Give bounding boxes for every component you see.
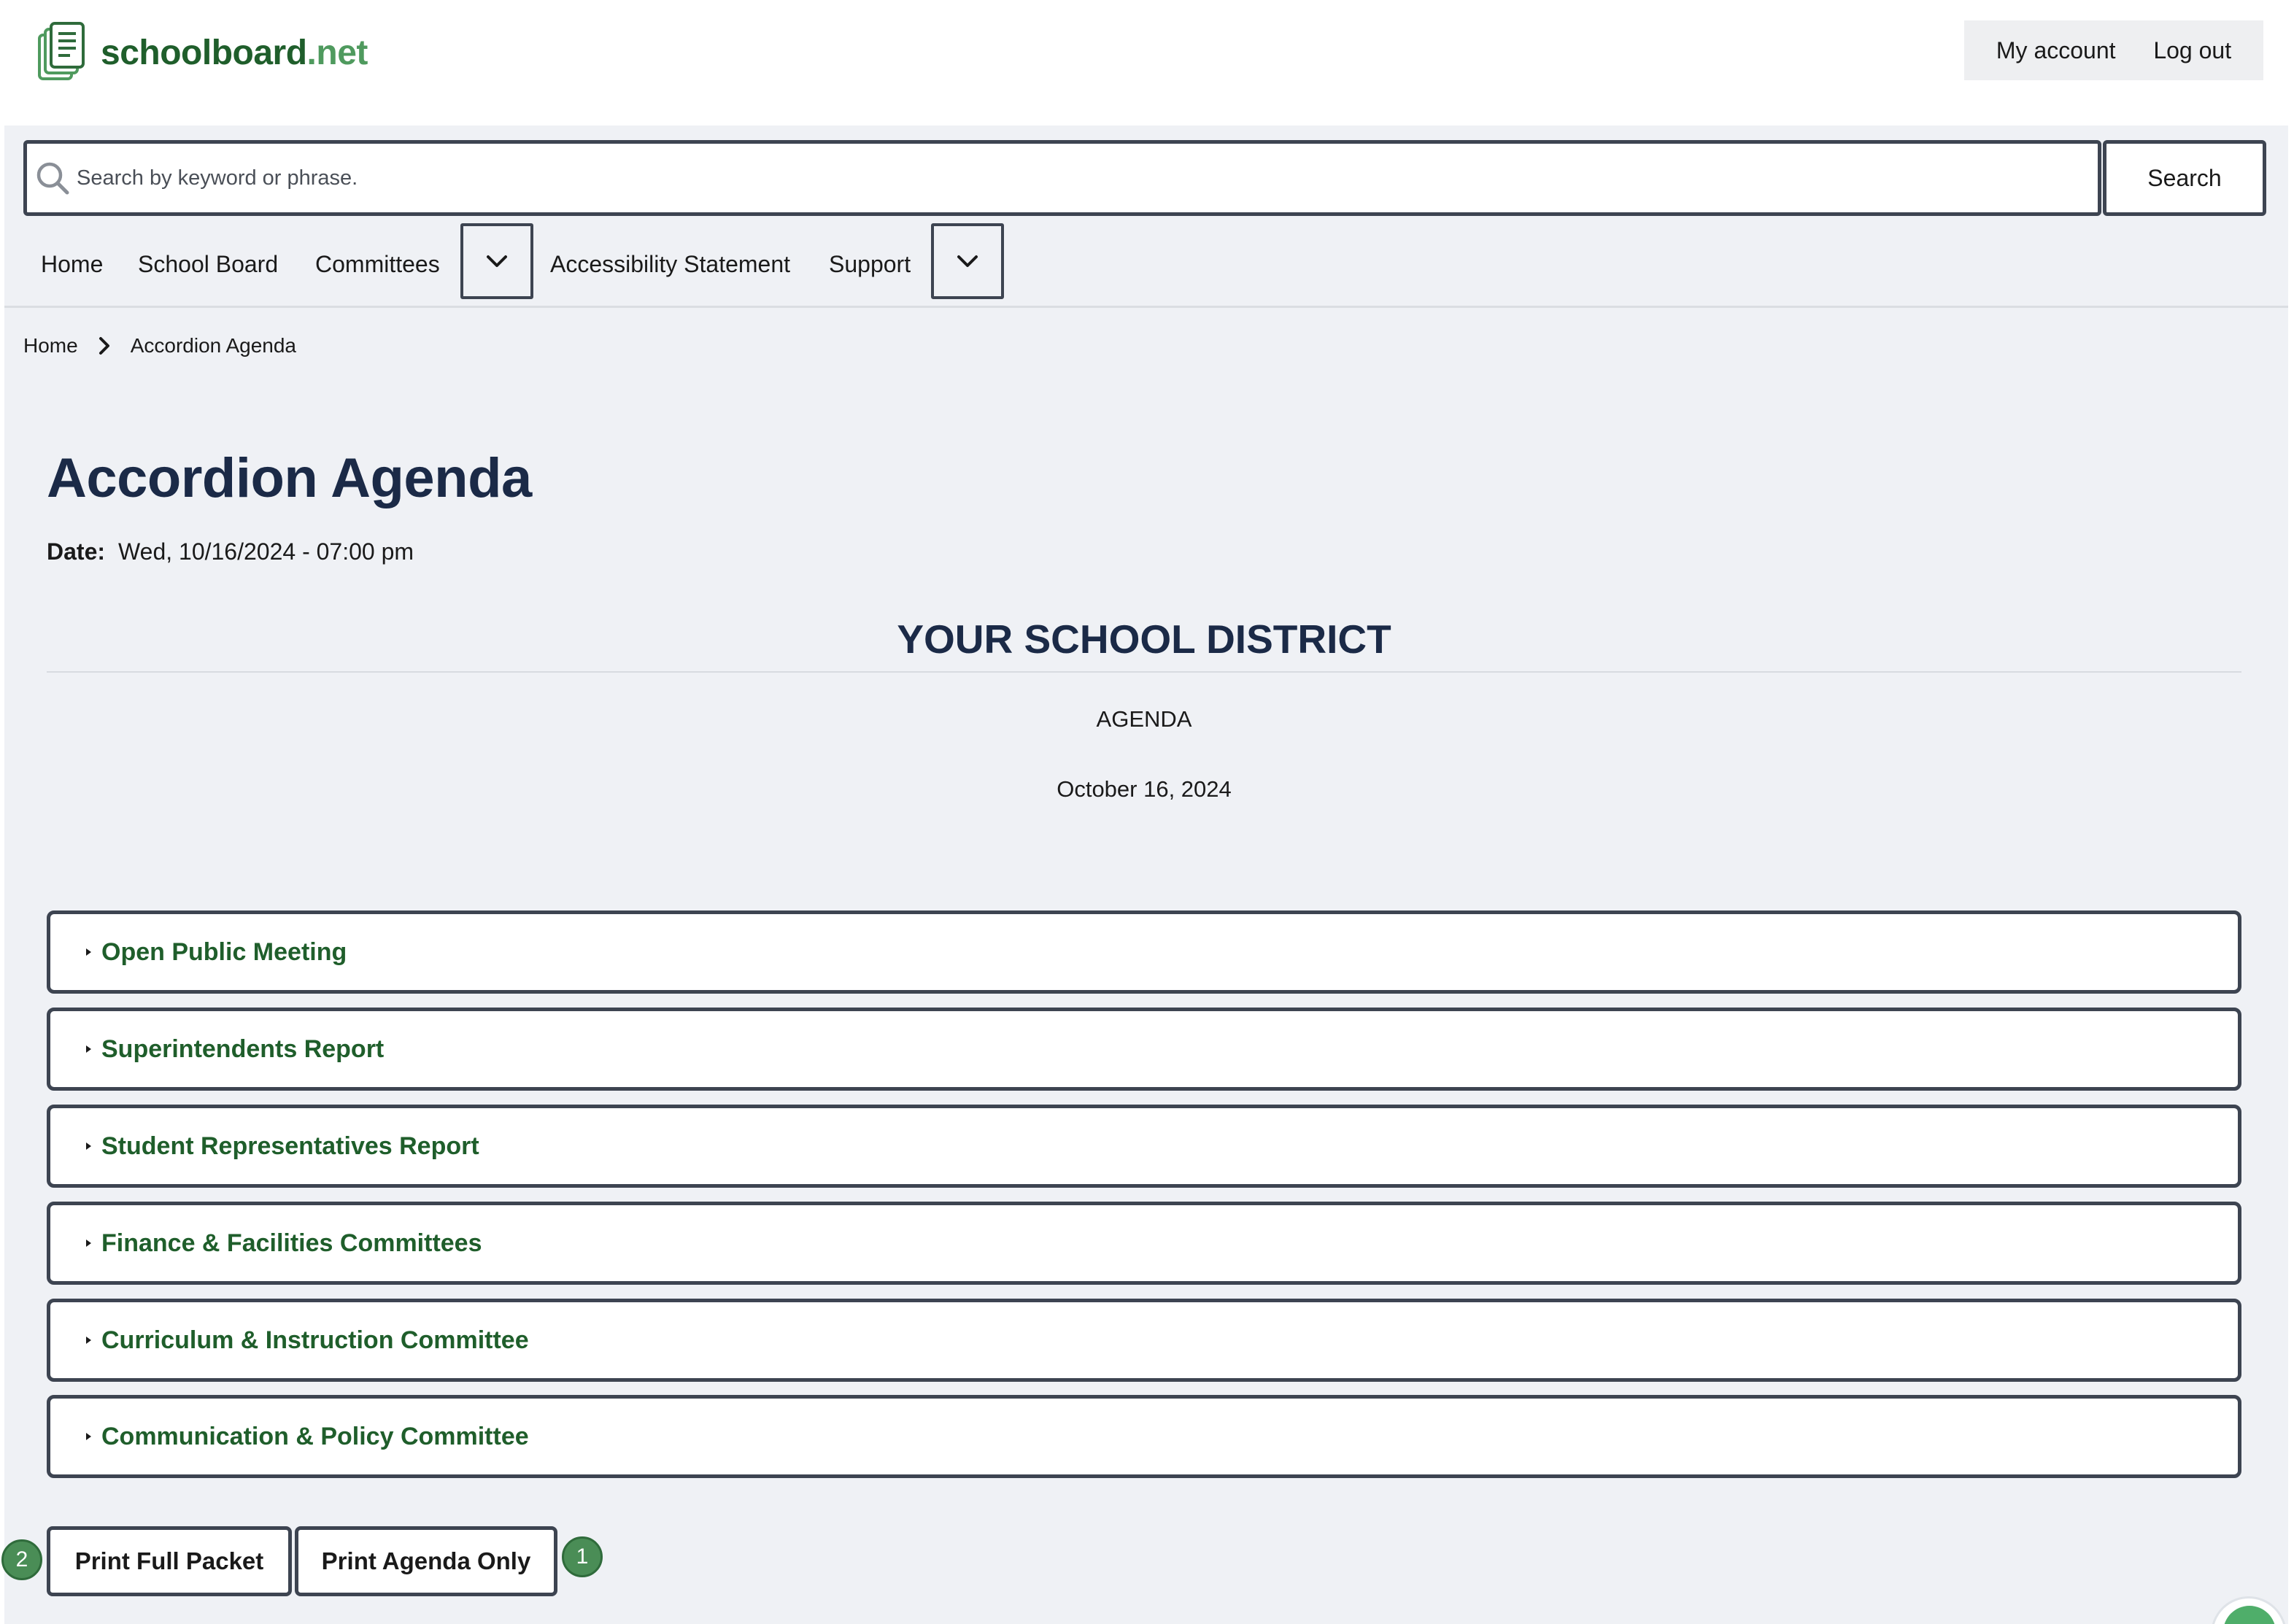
page-title: Accordion Agenda: [47, 447, 532, 509]
logo-tld: .net: [306, 33, 368, 72]
stacked-documents-icon: [38, 22, 85, 80]
accordion-curriculum-instruction-committee[interactable]: Curriculum & Instruction Committee: [47, 1299, 2241, 1382]
log-out-link[interactable]: Log out: [2153, 37, 2231, 64]
step-badge-2: 2: [1, 1539, 42, 1580]
committees-dropdown-toggle[interactable]: [460, 223, 533, 299]
print-full-packet-button[interactable]: Print Full Packet: [47, 1526, 292, 1596]
date-value: Wed, 10/16/2024 - 07:00 pm: [118, 538, 414, 565]
caret-right-icon: [86, 1045, 91, 1053]
account-menu: My account Log out: [1964, 20, 2263, 80]
chevron-right-icon: [99, 337, 109, 355]
chevron-down-icon: [487, 255, 507, 267]
step-badge-1: 1: [562, 1536, 603, 1577]
breadcrumb-current: Accordion Agenda: [130, 334, 296, 357]
my-account-link[interactable]: My account: [1996, 37, 2116, 64]
accordion-label: Communication & Policy Committee: [101, 1422, 529, 1450]
date-label: Date:: [47, 538, 106, 565]
caret-right-icon: [86, 1337, 91, 1344]
accordion-label: Finance & Facilities Committees: [101, 1229, 482, 1257]
chat-icon: [2223, 1606, 2276, 1624]
accordion-superintendents-report[interactable]: Superintendents Report: [47, 1008, 2241, 1091]
search-icon: [36, 162, 69, 195]
support-dropdown-toggle[interactable]: [931, 223, 1004, 299]
nav-item-accessibility-statement[interactable]: Accessibility Statement: [550, 223, 790, 305]
search-button[interactable]: Search: [2103, 140, 2266, 216]
site-logo[interactable]: schoolboard.net: [36, 22, 368, 83]
page: schoolboard.net My account Log out Searc…: [0, 0, 2294, 1624]
accordion-open-public-meeting[interactable]: Open Public Meeting: [47, 910, 2241, 994]
breadcrumb-home[interactable]: Home: [23, 334, 78, 357]
nav-item-committees[interactable]: Committees: [315, 223, 440, 305]
main-nav: Home School Board Committees Accessibili…: [4, 223, 2288, 308]
chevron-down-icon: [957, 255, 978, 267]
agenda-label: AGENDA: [1096, 706, 1192, 732]
accordion-finance-facilities-committees[interactable]: Finance & Facilities Committees: [47, 1202, 2241, 1285]
nav-item-home[interactable]: Home: [41, 223, 103, 305]
accordion-label: Curriculum & Instruction Committee: [101, 1326, 529, 1354]
district-title: YOUR SCHOOL DISTRICT: [897, 616, 1391, 662]
accordion-student-representatives-report[interactable]: Student Representatives Report: [47, 1105, 2241, 1188]
main-content-area: Search Home School Board Committees Acce…: [1, 125, 2288, 1624]
logo-wordmark: schoolboard.net: [101, 33, 368, 73]
caret-right-icon: [86, 1433, 91, 1440]
nav-item-school-board[interactable]: School Board: [138, 223, 278, 305]
divider: [47, 671, 2241, 673]
meeting-date: Date: Wed, 10/16/2024 - 07:00 pm: [47, 538, 414, 565]
caret-right-icon: [86, 1142, 91, 1150]
search-field: [23, 140, 2101, 216]
agenda-date: October 16, 2024: [1057, 776, 1232, 802]
accordion-label: Superintendents Report: [101, 1035, 385, 1063]
accordion-label: Open Public Meeting: [101, 937, 347, 966]
caret-right-icon: [86, 1240, 91, 1247]
breadcrumb: Home Accordion Agenda: [23, 331, 296, 360]
caret-right-icon: [86, 948, 91, 956]
nav-item-support[interactable]: Support: [829, 223, 911, 305]
accordion-communication-policy-committee[interactable]: Communication & Policy Committee: [47, 1395, 2241, 1478]
search-input[interactable]: [77, 144, 2090, 212]
print-agenda-only-button[interactable]: Print Agenda Only: [295, 1526, 557, 1596]
logo-name: schoolboard: [101, 33, 307, 72]
accordion-label: Student Representatives Report: [101, 1132, 479, 1160]
site-header: schoolboard.net My account Log out: [0, 0, 2294, 125]
